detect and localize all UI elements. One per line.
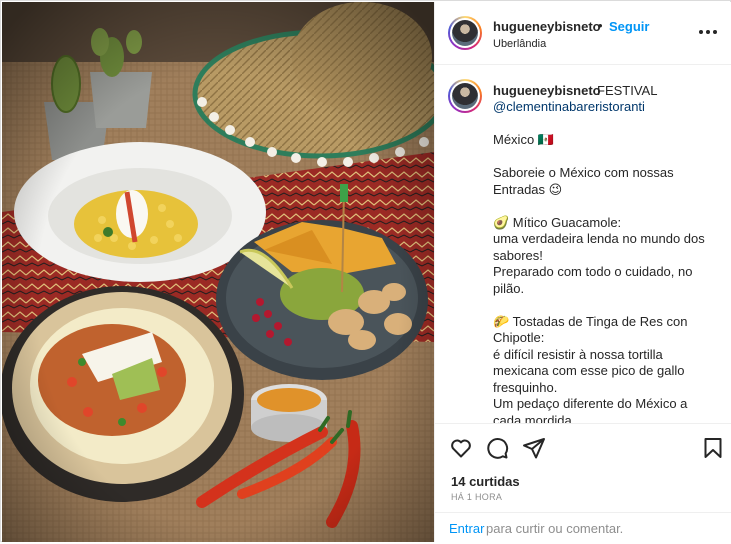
more-options-icon[interactable] bbox=[697, 24, 719, 40]
caption-line: fresquinho. bbox=[493, 379, 558, 395]
caption-line: pilão. bbox=[493, 280, 525, 296]
caption-author-avatar[interactable] bbox=[448, 79, 482, 113]
caption-line: cada mordida. bbox=[493, 412, 576, 424]
author-avatar[interactable] bbox=[448, 16, 482, 50]
caption-line: Um pedaço diferente do México a bbox=[493, 396, 688, 411]
caption-line: Saboreie o México com nossas bbox=[493, 165, 674, 180]
caption-line: uma verdadeira lenda no mundo dos bbox=[493, 231, 705, 246]
share-icon[interactable] bbox=[522, 436, 546, 460]
post-location[interactable]: Uberlândia bbox=[493, 38, 546, 50]
caption-line: é difícil resistir à nossa tortilla bbox=[493, 346, 663, 362]
caption-line: sabores! bbox=[493, 247, 543, 263]
food-photo-illustration bbox=[2, 2, 434, 542]
author-username[interactable]: hugueneybisneto bbox=[493, 19, 601, 34]
caption-line bbox=[493, 149, 723, 166]
caption-body: México 🇲🇽 Saboreie o México com nossas E… bbox=[493, 132, 723, 423]
caption-line: 🥑 Mítico Guacamole: bbox=[493, 214, 622, 230]
login-link[interactable]: Entrar bbox=[449, 521, 484, 536]
comment-icon[interactable] bbox=[485, 436, 509, 460]
caption-line bbox=[493, 297, 723, 314]
post-frame: hugueneybisneto • Seguir Uberlândia hugu… bbox=[0, 0, 731, 542]
post-sidebar: hugueneybisneto • Seguir Uberlândia hugu… bbox=[434, 2, 731, 542]
post-timestamp[interactable]: HÁ 1 HORA bbox=[451, 492, 502, 502]
caption-line bbox=[493, 198, 723, 215]
likes-count[interactable]: 14 curtidas bbox=[451, 474, 520, 489]
heart-icon[interactable] bbox=[449, 436, 473, 460]
caption-line: Preparado com todo o cuidado, no bbox=[493, 264, 693, 279]
caption-first-line: FESTIVAL bbox=[597, 83, 658, 98]
comment-bar: Entrar para curtir ou comentar. bbox=[435, 512, 731, 542]
caption-line: mexicana com esse pico de gallo bbox=[493, 363, 685, 378]
follow-button[interactable]: Seguir bbox=[609, 19, 649, 34]
post-header: hugueneybisneto • Seguir Uberlândia bbox=[435, 2, 731, 65]
login-prompt-text: para curtir ou comentar. bbox=[486, 521, 624, 536]
bookmark-icon[interactable] bbox=[701, 436, 725, 460]
caption-author-username[interactable]: hugueneybisneto bbox=[493, 83, 601, 98]
separator-dot: • bbox=[598, 18, 603, 33]
caption-line: 🌮 Tostadas de Tinga de Res con bbox=[493, 313, 688, 329]
caption-line: Entradas 😉 bbox=[493, 181, 563, 197]
caption-line: México 🇲🇽 bbox=[493, 132, 554, 147]
action-bar bbox=[435, 423, 731, 473]
caption-mention-link[interactable]: @clementinabareristoranti bbox=[493, 99, 645, 114]
post-photo[interactable] bbox=[2, 2, 434, 542]
caption-line: Chipotle: bbox=[493, 330, 545, 345]
caption-area: hugueneybisneto FESTIVAL @clementinabare… bbox=[435, 66, 731, 423]
